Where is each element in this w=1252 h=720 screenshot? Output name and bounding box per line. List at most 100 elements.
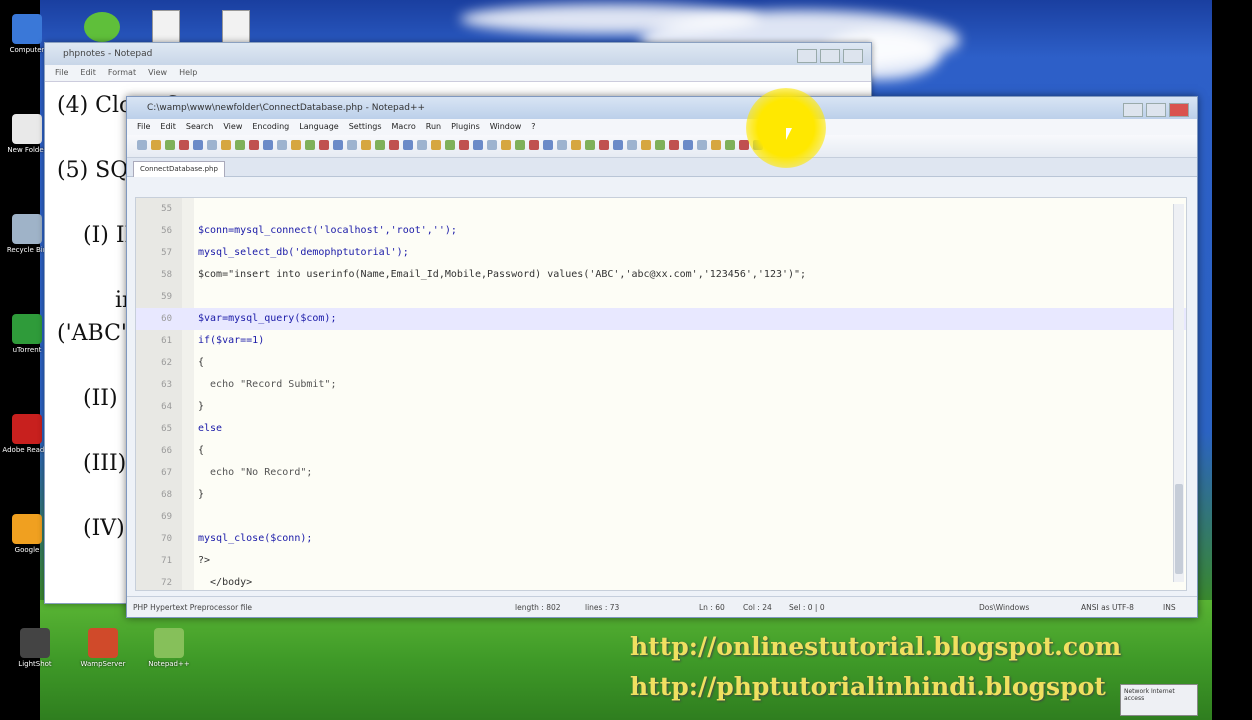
toolbar-icon[interactable]: [627, 140, 637, 150]
toolbar-icon[interactable]: [571, 140, 581, 150]
menu-help[interactable]: ?: [531, 122, 535, 131]
toolbar-icon[interactable]: [445, 140, 455, 150]
desktop-app-icon: [12, 14, 42, 44]
menu-view[interactable]: View: [223, 122, 242, 131]
toolbar-icon[interactable]: [375, 140, 385, 150]
code-row[interactable]: 66 {: [136, 440, 1186, 462]
code-row[interactable]: 72 </body>: [136, 572, 1186, 590]
notepad-window-controls[interactable]: [794, 48, 863, 67]
menu-file[interactable]: File: [137, 122, 150, 131]
toolbar-icon[interactable]: [165, 140, 175, 150]
toolbar-icon[interactable]: [207, 140, 217, 150]
code-row[interactable]: 56 $conn=mysql_connect('localhost','root'…: [136, 220, 1186, 242]
notepad-menu-format[interactable]: Format: [108, 68, 136, 77]
desktop-icon-lightshot[interactable]: LightShot: [8, 628, 62, 668]
toolbar-icon[interactable]: [263, 140, 273, 150]
notepad-menu-view[interactable]: View: [148, 68, 167, 77]
toolbar-icon[interactable]: [725, 140, 735, 150]
toolbar-icon[interactable]: [683, 140, 693, 150]
code-editor[interactable]: 55 56 $conn=mysql_connect('localhost','roo…: [135, 197, 1187, 591]
notepadpp-window[interactable]: C:\wamp\www\newfolder\ConnectDatabase.ph…: [126, 96, 1198, 618]
code-text: {: [198, 357, 205, 368]
menu-search[interactable]: Search: [186, 122, 213, 131]
notepadpp-toolbar[interactable]: [127, 135, 1197, 158]
code-row[interactable]: 62 {: [136, 352, 1186, 374]
toolbar-icon[interactable]: [193, 140, 203, 150]
code-row[interactable]: 70 mysql_close($conn);: [136, 528, 1186, 550]
vertical-scrollbar[interactable]: [1173, 204, 1184, 582]
toolbar-icon[interactable]: [179, 140, 189, 150]
toolbar-icon[interactable]: [641, 140, 651, 150]
menu-settings[interactable]: Settings: [349, 122, 382, 131]
code-row[interactable]: 65 else: [136, 418, 1186, 440]
code-row[interactable]: 63 echo "Record Submit";: [136, 374, 1186, 396]
notepad-menu-help[interactable]: Help: [179, 68, 197, 77]
toolbar-icon[interactable]: [319, 140, 329, 150]
notepadpp-window-controls[interactable]: [1120, 102, 1189, 121]
menu-window[interactable]: Window: [490, 122, 522, 131]
line-number: 60: [161, 314, 172, 324]
toolbar-icon[interactable]: [347, 140, 357, 150]
code-row[interactable]: 61 if($var==1): [136, 330, 1186, 352]
menu-language[interactable]: Language: [299, 122, 338, 131]
toolbar-icon[interactable]: [249, 140, 259, 150]
toolbar-icon[interactable]: [403, 140, 413, 150]
desktop-app-icon: [12, 114, 42, 144]
toolbar-icon[interactable]: [669, 140, 679, 150]
toolbar-icon[interactable]: [697, 140, 707, 150]
toolbar-icon[interactable]: [599, 140, 609, 150]
desktop-icon-notepad-[interactable]: Notepad++: [142, 628, 196, 668]
toolbar-icon[interactable]: [277, 140, 287, 150]
toolbar-icon[interactable]: [361, 140, 371, 150]
menu-run[interactable]: Run: [426, 122, 441, 131]
menu-macro[interactable]: Macro: [392, 122, 416, 131]
toolbar-icon[interactable]: [137, 140, 147, 150]
notepad-menu-edit[interactable]: Edit: [80, 68, 96, 77]
toolbar-icon[interactable]: [501, 140, 511, 150]
code-row[interactable]: 60 $var=mysql_query($com);: [136, 308, 1186, 330]
toolbar-icon[interactable]: [221, 140, 231, 150]
toolbar-icon[interactable]: [711, 140, 721, 150]
toolbar-icon[interactable]: [305, 140, 315, 150]
desktop-icon-wampserver[interactable]: WampServer: [76, 628, 130, 668]
toolbar-icon[interactable]: [543, 140, 553, 150]
toolbar-icon[interactable]: [473, 140, 483, 150]
toolbar-icon[interactable]: [655, 140, 665, 150]
tab-connectdatabase[interactable]: ConnectDatabase.php: [133, 161, 225, 177]
toolbar-icon[interactable]: [291, 140, 301, 150]
network-tray-popup[interactable]: Network Internet access: [1120, 684, 1198, 716]
menu-plugins[interactable]: Plugins: [451, 122, 480, 131]
notepad-menubar[interactable]: File Edit Format View Help: [45, 65, 871, 82]
toolbar-icon[interactable]: [417, 140, 427, 150]
notepad-menu-file[interactable]: File: [55, 68, 68, 77]
toolbar-icon[interactable]: [459, 140, 469, 150]
code-row[interactable]: 68}: [136, 484, 1186, 506]
toolbar-icon[interactable]: [431, 140, 441, 150]
toolbar-icon[interactable]: [529, 140, 539, 150]
toolbar-icon[interactable]: [389, 140, 399, 150]
toolbar-icon[interactable]: [557, 140, 567, 150]
status-bar: PHP Hypertext Preprocessor file length :…: [127, 596, 1197, 617]
line-number: 59: [161, 292, 172, 302]
code-row[interactable]: 69: [136, 506, 1186, 528]
toolbar-icon[interactable]: [585, 140, 595, 150]
code-row[interactable]: 67 echo "No Record";: [136, 462, 1186, 484]
code-row[interactable]: 64}: [136, 396, 1186, 418]
toolbar-icon[interactable]: [487, 140, 497, 150]
code-row[interactable]: 71 ?>: [136, 550, 1186, 572]
toolbar-icon[interactable]: [333, 140, 343, 150]
notepadpp-menubar[interactable]: File Edit Search View Encoding Language Settin…: [127, 119, 1197, 135]
toolbar-icon[interactable]: [151, 140, 161, 150]
code-row[interactable]: 55: [136, 198, 1186, 220]
toolbar-icon[interactable]: [515, 140, 525, 150]
code-text: }: [198, 489, 205, 500]
code-row[interactable]: 57 mysql_select_db('demophptutorial');: [136, 242, 1186, 264]
menu-encoding[interactable]: Encoding: [252, 122, 289, 131]
toolbar-icon[interactable]: [235, 140, 245, 150]
line-number: 69: [161, 512, 172, 522]
line-number: 70: [161, 534, 172, 544]
code-row[interactable]: 59: [136, 286, 1186, 308]
toolbar-icon[interactable]: [613, 140, 623, 150]
menu-edit[interactable]: Edit: [160, 122, 176, 131]
code-row[interactable]: 58 $com="insert into userinfo(Name,Email_…: [136, 264, 1186, 286]
